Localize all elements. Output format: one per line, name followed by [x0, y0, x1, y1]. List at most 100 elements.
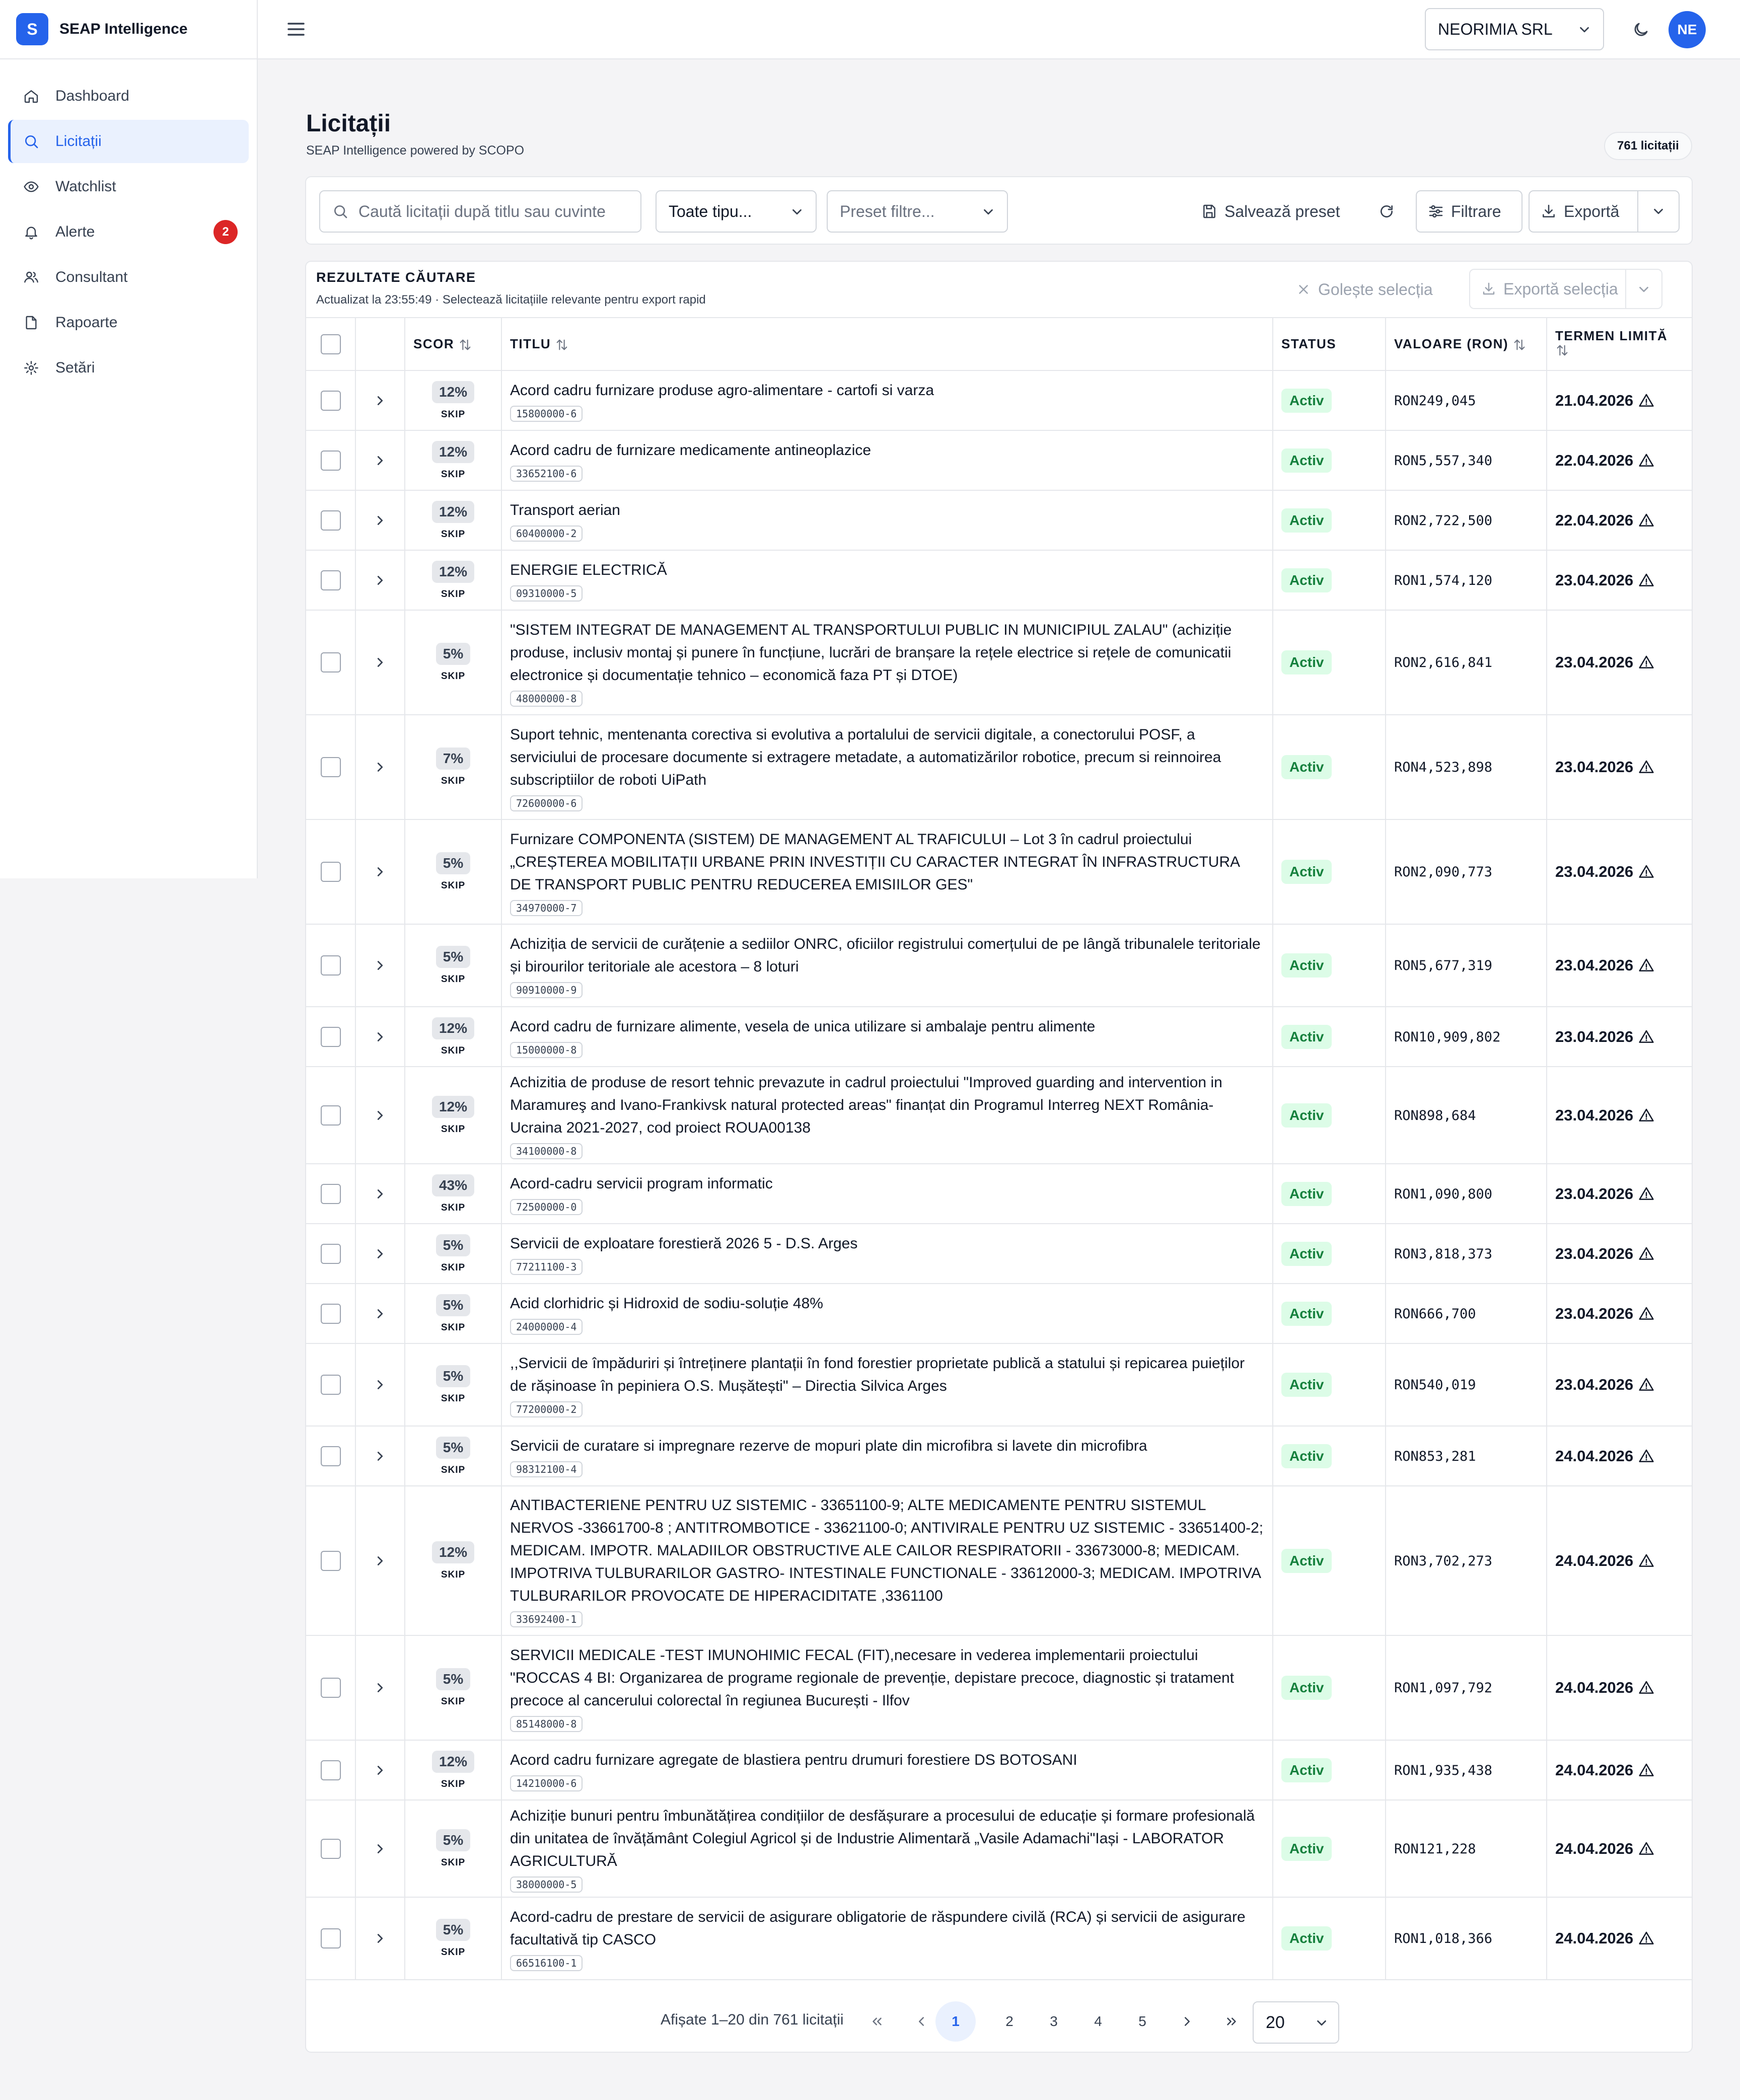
sidebar-item-6[interactable]: Rapoarte: [8, 301, 249, 344]
table-row[interactable]: 43% SKIP Acord-cadru servicii program info…: [306, 1164, 1692, 1224]
expand-row-button[interactable]: [364, 1449, 396, 1464]
row-checkbox[interactable]: [320, 1838, 341, 1859]
expand-row-button[interactable]: [364, 864, 396, 879]
brand[interactable]: S SEAP Intelligence: [0, 0, 257, 59]
page-1-button[interactable]: 1: [935, 2001, 976, 2042]
table-row[interactable]: 12% SKIP Acord cadru de furnizare alimente…: [306, 1007, 1692, 1067]
tender-title[interactable]: Acid clorhidric și Hidroxid de sodiu-sol…: [510, 1292, 1264, 1315]
expand-row-button[interactable]: [364, 1108, 396, 1123]
row-checkbox[interactable]: [320, 510, 341, 531]
sidebar-item-3[interactable]: Watchlist: [8, 165, 249, 208]
table-row[interactable]: 5% SKIP Servicii de exploatare forestieră …: [306, 1224, 1692, 1284]
tender-title[interactable]: Acord cadru de furnizare alimente, vesel…: [510, 1015, 1264, 1038]
save-preset-button[interactable]: Salvează preset: [1190, 190, 1351, 233]
first-page-button[interactable]: [866, 2010, 888, 2033]
row-checkbox[interactable]: [320, 652, 341, 672]
next-page-button[interactable]: [1176, 2010, 1198, 2033]
table-row[interactable]: 5% SKIP Achiziția de servicii de curățenie…: [306, 924, 1692, 1007]
tender-title[interactable]: ANTIBACTERIENE PENTRU UZ SISTEMIC - 3365…: [510, 1494, 1264, 1607]
expand-row-button[interactable]: [364, 1931, 396, 1946]
last-page-button[interactable]: [1220, 2010, 1243, 2033]
expand-row-button[interactable]: [364, 958, 396, 973]
expand-row-button[interactable]: [364, 1680, 396, 1695]
table-row[interactable]: 5% SKIP Acid clorhidric și Hidroxid de sod…: [306, 1284, 1692, 1344]
tender-title[interactable]: ,,Servicii de împăduriri și întreținere …: [510, 1352, 1264, 1397]
row-checkbox[interactable]: [320, 1375, 341, 1395]
row-checkbox[interactable]: [320, 1105, 341, 1126]
tender-title[interactable]: Acord-cadru de prestare de servicii de a…: [510, 1906, 1264, 1951]
row-checkbox[interactable]: [320, 1550, 341, 1571]
row-checkbox[interactable]: [320, 1026, 341, 1047]
user-avatar[interactable]: NE: [1669, 11, 1706, 48]
export-menu-button[interactable]: [1638, 191, 1679, 232]
menu-toggle-button[interactable]: [286, 19, 306, 39]
table-row[interactable]: 12% SKIP ANTIBACTERIENE PENTRU UZ SISTEMIC…: [306, 1486, 1692, 1636]
tender-title[interactable]: Furnizare COMPONENTA (SISTEM) DE MANAGEM…: [510, 828, 1264, 896]
expand-row-button[interactable]: [364, 1246, 396, 1261]
row-checkbox[interactable]: [320, 1243, 341, 1264]
tender-title[interactable]: Achiziția de servicii de curățenie a sed…: [510, 933, 1264, 978]
row-checkbox[interactable]: [320, 1303, 341, 1324]
tender-title[interactable]: Achizitia de produse de resort tehnic pr…: [510, 1071, 1264, 1139]
sidebar-item-7[interactable]: Setări: [8, 346, 249, 390]
prev-page-button[interactable]: [910, 2010, 932, 2033]
tender-title[interactable]: Achiziție bunuri pentru îmbunătățirea co…: [510, 1805, 1264, 1872]
tender-title[interactable]: Acord cadru furnizare produse agro-alime…: [510, 379, 1264, 402]
table-row[interactable]: 12% SKIP Transport aerian 60400000-2 Activ RO…: [306, 490, 1692, 551]
page-size-select[interactable]: 20: [1253, 2001, 1339, 2044]
search-input[interactable]: [358, 202, 640, 221]
export-button[interactable]: Exportă: [1530, 191, 1637, 232]
table-row[interactable]: 12% SKIP Acord cadru de furnizare medicame…: [306, 430, 1692, 491]
row-checkbox[interactable]: [320, 1760, 341, 1780]
table-row[interactable]: 5% SKIP "SISTEM INTEGRAT DE MANAGEMENT AL …: [306, 610, 1692, 715]
expand-row-button[interactable]: [364, 1553, 396, 1568]
table-row[interactable]: 12% SKIP ENERGIE ELECTRICĂ 09310000-5 Activ R…: [306, 550, 1692, 611]
tender-title[interactable]: "SISTEM INTEGRAT DE MANAGEMENT AL TRANSP…: [510, 619, 1264, 687]
export-selection-button[interactable]: Exportă selecția: [1469, 269, 1662, 309]
row-checkbox[interactable]: [320, 1928, 341, 1948]
row-checkbox[interactable]: [320, 1446, 341, 1466]
row-checkbox[interactable]: [320, 390, 341, 411]
row-checkbox[interactable]: [320, 757, 341, 777]
sidebar-item-1[interactable]: Dashboard: [8, 74, 249, 118]
deadline-header[interactable]: TERMEN LIMITĂ: [1547, 318, 1692, 371]
row-checkbox[interactable]: [320, 1678, 341, 1698]
table-row[interactable]: 7% SKIP Suport tehnic, mentenanta corectiv…: [306, 715, 1692, 820]
expand-row-button[interactable]: [364, 513, 396, 528]
table-row[interactable]: 12% SKIP Acord cadru furnizare agregate de…: [306, 1740, 1692, 1801]
row-checkbox[interactable]: [320, 450, 341, 471]
row-checkbox[interactable]: [320, 570, 341, 590]
expand-row-button[interactable]: [364, 1841, 396, 1856]
tender-title[interactable]: Servicii de exploatare forestieră 2026 5…: [510, 1232, 1264, 1255]
expand-row-button[interactable]: [364, 393, 396, 408]
tender-title[interactable]: Servicii de curatare si impregnare rezer…: [510, 1435, 1264, 1457]
expand-row-button[interactable]: [364, 655, 396, 670]
row-checkbox[interactable]: [320, 955, 341, 976]
table-row[interactable]: 5% SKIP Achiziție bunuri pentru îmbunătăți…: [306, 1800, 1692, 1898]
expand-row-button[interactable]: [364, 760, 396, 775]
chevron-down-icon[interactable]: [1636, 282, 1651, 297]
filter-button[interactable]: Filtrare: [1416, 190, 1522, 233]
table-row[interactable]: 12% SKIP Achizitia de produse de resort te…: [306, 1067, 1692, 1164]
refresh-button[interactable]: [1371, 190, 1402, 233]
row-checkbox[interactable]: [320, 1183, 341, 1204]
table-row[interactable]: 12% SKIP Acord cadru furnizare produse agr…: [306, 370, 1692, 431]
sidebar-item-2[interactable]: Licitații: [8, 120, 249, 163]
clear-selection-button[interactable]: Golește selecția: [1296, 273, 1433, 306]
row-checkbox[interactable]: [320, 862, 341, 882]
expand-row-button[interactable]: [364, 1186, 396, 1202]
expand-row-button[interactable]: [364, 1763, 396, 1778]
page-3-button[interactable]: 3: [1043, 2010, 1065, 2033]
page-2-button[interactable]: 2: [998, 2010, 1021, 2033]
expand-row-button[interactable]: [364, 1377, 396, 1392]
value-header[interactable]: VALOARE (RON): [1386, 318, 1547, 371]
score-header[interactable]: SCOR: [405, 318, 502, 371]
page-4-button[interactable]: 4: [1087, 2010, 1109, 2033]
preset-select[interactable]: Preset filtre...: [827, 190, 1008, 233]
expand-row-button[interactable]: [364, 1029, 396, 1044]
tender-title[interactable]: Acord-cadru servicii program informatic: [510, 1172, 1264, 1195]
table-row[interactable]: 5% SKIP SERVICII MEDICALE -TEST IMUNOHIMIC…: [306, 1635, 1692, 1741]
search-box[interactable]: [319, 190, 641, 233]
tender-title[interactable]: SERVICII MEDICALE -TEST IMUNOHIMIC FECAL…: [510, 1644, 1264, 1712]
sidebar-item-5[interactable]: Consultant: [8, 256, 249, 299]
